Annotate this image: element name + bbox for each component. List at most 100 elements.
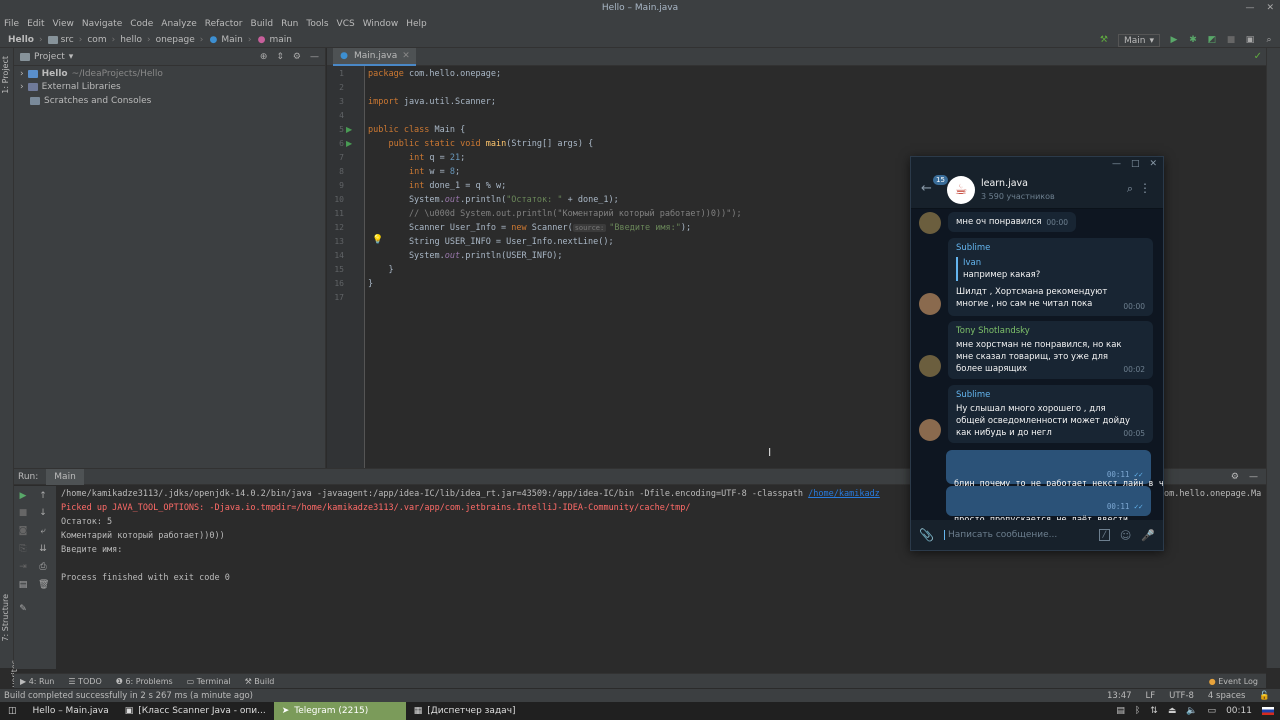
gear-icon[interactable]: ⚙ xyxy=(293,52,301,62)
back-arrow-icon[interactable]: ← xyxy=(921,181,932,196)
menu-vcs[interactable]: VCS xyxy=(337,19,355,29)
message-input[interactable]: Написать сообщение... xyxy=(943,530,1089,540)
message-bubble[interactable]: мне оч понравился 00:00 xyxy=(948,212,1076,232)
breadcrumb-onepage[interactable]: onepage xyxy=(156,35,195,45)
maximize-icon[interactable]: □ xyxy=(1131,157,1140,171)
avatar[interactable] xyxy=(919,293,941,315)
coverage-icon[interactable]: ◩ xyxy=(1207,35,1217,45)
tray-app-icon[interactable]: ▤ xyxy=(1116,706,1125,716)
build-hammer-icon[interactable]: ⚒ xyxy=(1099,35,1109,45)
menu-code[interactable]: Code xyxy=(130,19,153,29)
tree-item-scratches[interactable]: Scratches and Consoles xyxy=(14,94,325,108)
message-bubble[interactable]: Sublime Ну слышал много хорошего , для о… xyxy=(948,385,1153,443)
close-icon[interactable]: ✕ xyxy=(1149,157,1157,171)
inspection-ok-icon[interactable]: ✓ xyxy=(1254,51,1262,62)
taskbar-item-browser[interactable]: ▣ [Класс Scanner Java - опи... xyxy=(117,702,274,720)
event-log-button[interactable]: ● Event Log xyxy=(1209,677,1266,686)
start-menu-icon[interactable]: ◫ xyxy=(0,702,25,720)
lock-icon[interactable]: 🔓 xyxy=(1259,691,1270,701)
layout-icon[interactable]: ▤ xyxy=(18,580,28,590)
attach-icon[interactable]: 📎 xyxy=(919,528,934,542)
emoji-icon[interactable]: ☺ xyxy=(1120,529,1131,542)
search-icon[interactable]: ⌕ xyxy=(1264,35,1274,45)
bluetooth-icon[interactable]: ᛒ xyxy=(1135,706,1140,716)
taskbar-item-task-manager[interactable]: ▦ [Диспетчер задач] xyxy=(406,702,524,720)
avatar[interactable] xyxy=(919,419,941,441)
tab-terminal[interactable]: ▭ Terminal xyxy=(187,677,231,686)
message-list[interactable]: мне оч понравился 00:00 Sublime Ivan нап… xyxy=(911,210,1163,522)
locate-icon[interactable]: ⊕ xyxy=(260,52,268,62)
more-vertical-icon[interactable]: ⋮ xyxy=(1139,181,1151,195)
message-bubble-outgoing[interactable]: просто пропускается не даёт ввести 00:11… xyxy=(946,486,1151,522)
down-arrow-icon[interactable]: ↓ xyxy=(38,508,48,518)
avatar[interactable] xyxy=(919,212,941,234)
battery-icon[interactable]: ▭ xyxy=(1208,706,1217,716)
menu-edit[interactable]: Edit xyxy=(27,19,44,29)
breadcrumb-hello[interactable]: hello xyxy=(120,35,142,45)
run-tab-main[interactable]: Main xyxy=(46,468,84,485)
menu-view[interactable]: View xyxy=(53,19,74,29)
chevron-down-icon[interactable]: ▾ xyxy=(69,52,74,62)
indent-setting[interactable]: 4 spaces xyxy=(1208,691,1245,701)
tab-todo[interactable]: ☰ TODO xyxy=(68,677,101,686)
menu-tools[interactable]: Tools xyxy=(306,19,328,29)
line-separator[interactable]: LF xyxy=(1146,691,1156,701)
menu-analyze[interactable]: Analyze xyxy=(161,19,196,29)
chat-name[interactable]: learn.java xyxy=(981,178,1028,189)
file-encoding[interactable]: UTF-8 xyxy=(1169,691,1194,701)
editor-tab-main-java[interactable]: ● Main.java ✕ xyxy=(333,48,416,66)
volume-icon[interactable]: 🔈 xyxy=(1186,706,1197,716)
reply-quote[interactable]: Ivan например какая? xyxy=(956,257,1145,281)
debug-icon[interactable]: ✱ xyxy=(1188,35,1198,45)
message-bubble[interactable]: Sublime Ivan например какая? Шилдт , Хор… xyxy=(948,238,1153,316)
menu-file[interactable]: File xyxy=(4,19,19,29)
avatar[interactable] xyxy=(919,355,941,377)
gear-icon[interactable]: ⚙ xyxy=(1231,472,1239,482)
project-header-label[interactable]: Project xyxy=(34,52,65,62)
camera-icon[interactable]: ◙ xyxy=(18,526,28,536)
commands-icon[interactable]: / xyxy=(1098,529,1110,541)
menu-run[interactable]: Run xyxy=(281,19,298,29)
menu-navigate[interactable]: Navigate xyxy=(82,19,122,29)
up-arrow-icon[interactable]: ↑ xyxy=(38,491,48,501)
run-gutter-icon[interactable]: ▶ xyxy=(346,139,352,148)
tab-build[interactable]: ⚒ Build xyxy=(245,677,275,686)
minimize-icon[interactable]: — xyxy=(1245,0,1254,16)
tab-project[interactable]: 1: Project xyxy=(1,56,10,94)
message-bubble-outgoing[interactable]: блин почему то не работает некст лайн в … xyxy=(946,450,1163,489)
soft-wrap-icon[interactable]: ⤶ xyxy=(38,526,48,536)
print-icon[interactable]: ⎙ xyxy=(38,562,48,572)
tab-problems[interactable]: ❶ 6: Problems xyxy=(116,677,173,686)
trash-icon[interactable]: 🗑 xyxy=(38,580,49,590)
breadcrumb-project[interactable]: Hello xyxy=(8,35,34,45)
hide-icon[interactable]: — xyxy=(1249,472,1258,482)
run-gutter-icon[interactable]: ▶ xyxy=(346,125,352,134)
rerun-icon[interactable]: ▶ xyxy=(18,491,28,501)
stop-icon[interactable]: ■ xyxy=(18,508,28,518)
run-icon[interactable]: ▶ xyxy=(1169,35,1179,45)
scroll-end-icon[interactable]: ⇊ xyxy=(38,544,48,554)
menu-help[interactable]: Help xyxy=(406,19,427,29)
exit-icon[interactable]: ⇥ xyxy=(18,562,28,572)
pin-icon[interactable]: ✎ xyxy=(18,604,28,614)
menu-refactor[interactable]: Refactor xyxy=(205,19,243,29)
taskbar-item-ide[interactable]: Hello – Main.java xyxy=(25,702,117,720)
status-message[interactable]: Build completed successfully in 2 s 267 … xyxy=(4,691,253,701)
stop-icon[interactable]: ■ xyxy=(1226,35,1236,45)
keyboard-layout-flag-icon[interactable] xyxy=(1262,707,1274,715)
breadcrumb-com[interactable]: com xyxy=(87,35,106,45)
collapse-icon[interactable]: ⇕ xyxy=(276,52,284,62)
microphone-icon[interactable]: 🎤 xyxy=(1141,529,1155,542)
chevron-right-icon[interactable]: › xyxy=(20,69,24,79)
minimize-icon[interactable]: — xyxy=(1112,157,1121,171)
breadcrumb-method[interactable]: ● main xyxy=(257,35,292,45)
menu-window[interactable]: Window xyxy=(363,19,399,29)
run-config-select[interactable]: Main ▾ xyxy=(1117,33,1160,47)
network-icon[interactable]: ⇅ xyxy=(1150,706,1158,716)
close-icon[interactable]: ✕ xyxy=(1266,0,1274,16)
clock[interactable]: 00:11 xyxy=(1226,706,1252,716)
breadcrumb-class[interactable]: ● Main xyxy=(208,35,242,45)
classpath-link[interactable]: /home/kamikadz xyxy=(808,489,880,499)
tab-structure[interactable]: 7: Structure xyxy=(1,594,10,642)
taskbar-item-telegram[interactable]: ➤ Telegram (2215) xyxy=(273,702,406,720)
